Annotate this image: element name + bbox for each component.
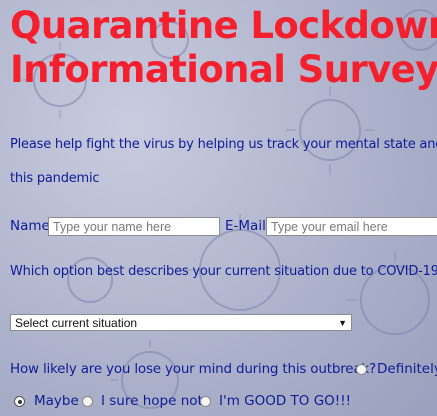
- radio-label-sure-hope-not: I sure hope not: [101, 393, 203, 409]
- radio-maybe[interactable]: [14, 396, 25, 407]
- survey-page: Quarantine Lockdown Informational Survey…: [0, 0, 437, 416]
- name-label: Name: [10, 218, 50, 234]
- intro-text-line-2: this pandemic: [10, 171, 100, 186]
- radio-sure-hope-not[interactable]: [82, 396, 93, 407]
- email-label: E-Mail: [225, 218, 266, 234]
- page-title: Quarantine Lockdown Informational Survey: [10, 4, 437, 92]
- title-line-2: Informational Survey: [10, 48, 437, 91]
- situation-select[interactable]: Select current situation ▼: [10, 314, 352, 331]
- name-input[interactable]: [48, 217, 220, 236]
- radio-label-good-to-go: I'm GOOD TO GO!!!: [219, 393, 352, 409]
- likelihood-question: How likely are you lose your mind during…: [10, 361, 377, 377]
- radio-label-definitely: Definitely: [377, 361, 437, 377]
- title-line-1: Quarantine Lockdown: [10, 4, 437, 47]
- situation-select-value: Select current situation: [15, 315, 138, 330]
- caret-down-icon: ▼: [338, 317, 347, 328]
- situation-question: Which option best describes your current…: [10, 264, 437, 279]
- email-input[interactable]: [266, 217, 437, 236]
- radio-definitely[interactable]: [356, 364, 367, 375]
- radio-good-to-go[interactable]: [200, 396, 211, 407]
- radio-label-maybe: Maybe: [34, 393, 79, 409]
- intro-text-line-1: Please help fight the virus by helping u…: [10, 137, 437, 152]
